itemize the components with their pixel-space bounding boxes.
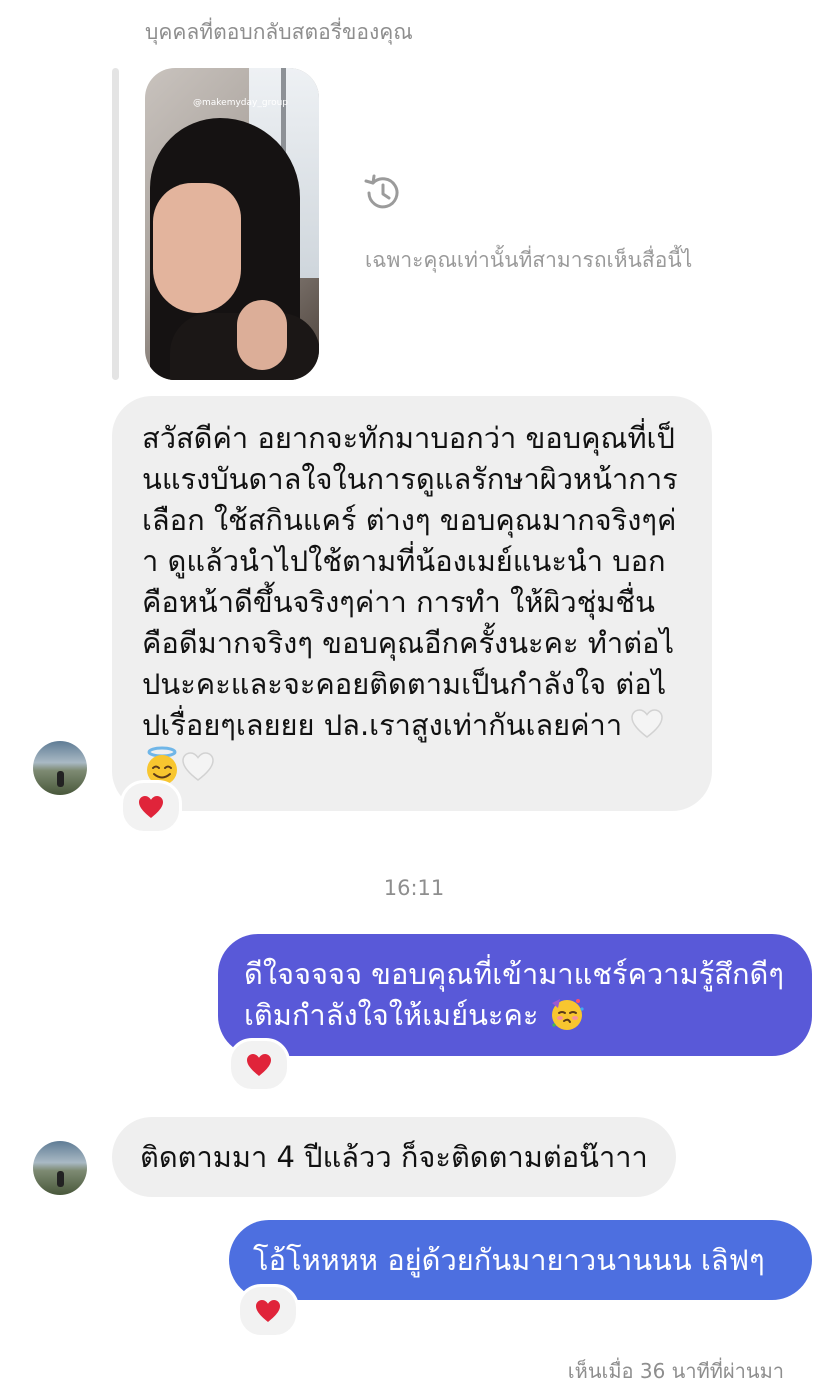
history-icon [364, 174, 399, 209]
message-text: ติดตามมา 4 ปีแล้วว ก็จะติดตามต่อน๊าาา [140, 1140, 648, 1174]
red-heart-icon [139, 796, 163, 818]
reaction-badge[interactable] [120, 780, 182, 834]
message-text: สวัสดีค่า อยากจะทักมาบอกว่า ขอบคุณที่เป็… [142, 421, 678, 742]
message-bubble-outgoing[interactable]: ดีใจจจจจ ขอบคุณที่เข้ามาแชร์ความรู้สึกดี… [218, 934, 812, 1056]
message-bubble-incoming[interactable]: สวัสดีค่า อยากจะทักมาบอกว่า ขอบคุณที่เป็… [112, 396, 712, 811]
timestamp: 16:11 [383, 876, 445, 900]
avatar[interactable] [33, 741, 87, 795]
red-heart-icon [256, 1300, 280, 1322]
story-handle: @makemyday_group [193, 98, 288, 108]
message-text: ดีใจจจจจ ขอบคุณที่เข้ามาแชร์ความรู้สึกดี… [244, 957, 784, 1032]
story-thumbnail[interactable]: @makemyday_group [145, 68, 319, 380]
reaction-badge[interactable] [237, 1284, 299, 1338]
message-bubble-incoming[interactable]: ติดตามมา 4 ปีแล้วว ก็จะติดตามต่อน๊าาา [112, 1117, 676, 1197]
dm-thread: บุคคลที่ตอบกลับสตอรี่ของคุณ @makemyday_g… [0, 0, 828, 1398]
white-heart-icon [182, 752, 214, 781]
private-media-note: เฉพาะคุณเท่านั้นที่สามารถเห็นสื่อนี้ไ [365, 248, 693, 272]
reaction-badge[interactable] [228, 1038, 290, 1092]
quote-bar [112, 68, 119, 380]
message-bubble-outgoing[interactable]: โอ้โหหหห อยู่ด้วยกันมายาวนานนน เลิฟๆ [229, 1220, 812, 1300]
seen-status: เห็นเมื่อ 36 นาทีที่ผ่านมา [567, 1359, 784, 1383]
message-text: โอ้โหหหห อยู่ด้วยกันมายาวนานนน เลิฟๆ [253, 1243, 765, 1277]
face-blowing-a-kiss-party-icon [551, 999, 584, 1030]
story-reply-header: บุคคลที่ตอบกลับสตอรี่ของคุณ [145, 20, 413, 44]
avatar[interactable] [33, 1141, 87, 1195]
white-heart-icon [631, 709, 664, 738]
red-heart-icon [247, 1054, 271, 1076]
